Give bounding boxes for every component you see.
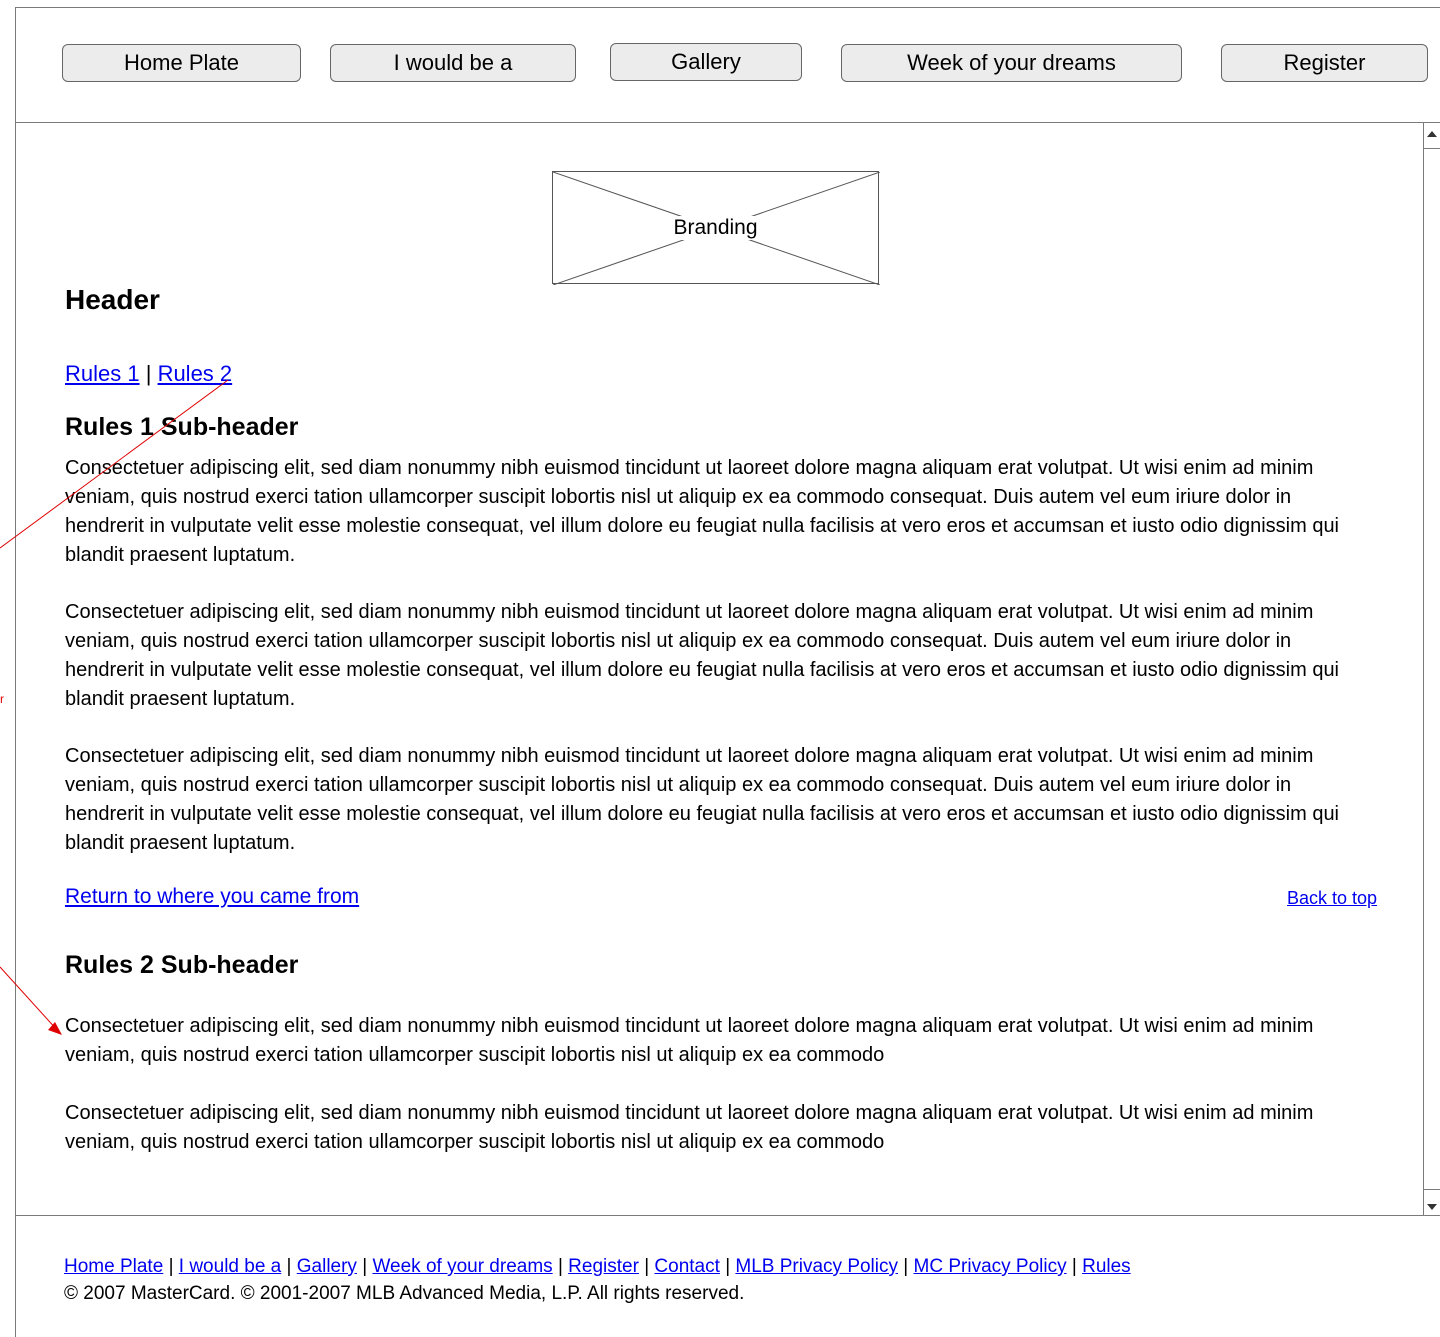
rules-2-subheader: Rules 2 Sub-header — [65, 951, 299, 979]
footer-link-mc-privacy-policy[interactable]: MC Privacy Policy — [914, 1256, 1067, 1277]
rules-1-paragraph: Consectetuer adipiscing elit, sed diam n… — [65, 457, 1340, 566]
footer-separator: | — [557, 1256, 563, 1277]
footer-link-i-would-be-a[interactable]: I would be a — [179, 1256, 281, 1277]
footer-link-register[interactable]: Register — [568, 1256, 639, 1277]
copyright-text: © 2007 MasterCard. © 2001-2007 MLB Advan… — [64, 1283, 745, 1304]
branding-label: Branding — [671, 215, 760, 240]
footer-link-gallery[interactable]: Gallery — [297, 1256, 357, 1277]
rules-2-link[interactable]: Rules 2 — [158, 361, 233, 386]
footer-separator: | — [903, 1256, 909, 1277]
nav-button-gallery[interactable]: Gallery — [610, 43, 802, 81]
footer: Home Plate | I would be a | Gallery | We… — [15, 1215, 1440, 1326]
footer-separator: | — [168, 1256, 174, 1277]
page-header: Header — [65, 284, 160, 315]
rules-1-link[interactable]: Rules 1 — [65, 361, 140, 386]
rules-link-separator: | — [145, 361, 152, 386]
branding-placeholder: Branding — [552, 171, 880, 285]
nav-button-home-plate[interactable]: Home Plate — [62, 44, 301, 82]
back-to-top-link[interactable]: Back to top — [1287, 888, 1377, 909]
footer-separator: | — [1071, 1256, 1077, 1277]
vertical-scrollbar[interactable] — [1423, 123, 1440, 1215]
footer-link-rules[interactable]: Rules — [1082, 1256, 1131, 1277]
rules-1-subheader: Rules 1 Sub-header — [65, 413, 299, 441]
footer-separator: | — [286, 1256, 292, 1277]
nav-button-i-would-be-a[interactable]: I would be a — [330, 44, 576, 82]
footer-link-contact[interactable]: Contact — [654, 1256, 719, 1277]
footer-separator: | — [725, 1256, 731, 1277]
scroll-up-arrow-icon[interactable] — [1424, 123, 1440, 149]
footer-link-home-plate[interactable]: Home Plate — [64, 1256, 163, 1277]
nav-button-week-of-your-dreams[interactable]: Week of your dreams — [841, 44, 1182, 82]
annotation-fragment: r — [0, 692, 4, 706]
footer-links: Home Plate | I would be a | Gallery | We… — [64, 1256, 1131, 1278]
return-link[interactable]: Return to where you came from — [65, 885, 359, 909]
rules-anchor-links: Rules 1 | Rules 2 — [65, 361, 232, 387]
rules-1-paragraph: Consectetuer adipiscing elit, sed diam n… — [65, 601, 1340, 710]
footer-separator: | — [362, 1256, 368, 1277]
footer-link-mlb-privacy-policy[interactable]: MLB Privacy Policy — [735, 1256, 898, 1277]
rules-2-paragraph: Consectetuer adipiscing elit, sed diam n… — [65, 1015, 1314, 1066]
scroll-down-arrow-icon[interactable] — [1424, 1189, 1440, 1215]
rules-2-paragraph: Consectetuer adipiscing elit, sed diam n… — [65, 1102, 1314, 1153]
footer-separator: | — [644, 1256, 650, 1277]
nav-button-register[interactable]: Register — [1221, 44, 1428, 82]
footer-link-week-of-your-dreams[interactable]: Week of your dreams — [372, 1256, 552, 1277]
rules-1-paragraph: Consectetuer adipiscing elit, sed diam n… — [65, 745, 1340, 854]
